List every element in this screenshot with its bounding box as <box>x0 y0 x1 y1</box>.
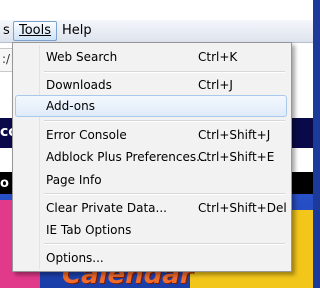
menu-item-ie-tab-options[interactable]: IE Tab Options <box>15 219 287 241</box>
menu-item-add-ons[interactable]: Add-ons <box>15 95 287 117</box>
menu-item-label: Options... <box>46 251 104 265</box>
menu-item-shortcut: Ctrl+K <box>198 50 238 64</box>
menu-item-label: Add-ons <box>46 99 95 113</box>
page-black-band-text: o <box>0 176 9 191</box>
menu-item-error-console[interactable]: Error Console Ctrl+Shift+J <box>15 124 287 146</box>
menu-separator <box>44 120 285 122</box>
menubar-item-help[interactable]: Help <box>57 22 97 40</box>
menubar-item-tools[interactable]: Tools <box>13 21 58 41</box>
menu-bar: s Tools Help <box>0 20 313 43</box>
menu-separator <box>44 243 285 245</box>
menu-item-clear-private-data[interactable]: Clear Private Data... Ctrl+Shift+Del <box>15 197 287 219</box>
menu-item-label: Downloads <box>46 78 112 92</box>
menu-item-label: Error Console <box>46 128 127 142</box>
menu-separator <box>44 193 285 195</box>
menu-item-label: Web Search <box>46 50 118 64</box>
tools-label: Tools <box>19 23 52 38</box>
tools-menu: Web Search Ctrl+K Downloads Ctrl+J Add-o… <box>12 42 292 272</box>
menu-item-shortcut: Ctrl+J <box>198 78 233 92</box>
address-bar-text: :/ <box>2 52 11 66</box>
menu-item-web-search[interactable]: Web Search Ctrl+K <box>15 46 287 68</box>
menu-item-shortcut: Ctrl+Shift+J <box>198 128 271 142</box>
menu-item-options[interactable]: Options... <box>15 247 287 269</box>
menu-item-adblock-plus-preferences[interactable]: Adblock Plus Preferences... Ctrl+Shift+E <box>15 146 287 168</box>
help-label: Help <box>62 23 92 38</box>
menu-item-page-info[interactable]: Page Info <box>15 169 287 191</box>
menu-item-shortcut: Ctrl+Shift+E <box>198 150 275 164</box>
menu-separator <box>44 71 285 73</box>
menu-item-label: Clear Private Data... <box>46 201 167 215</box>
menu-item-downloads[interactable]: Downloads Ctrl+J <box>15 74 287 96</box>
menu-item-label: Page Info <box>46 173 102 187</box>
menu-item-shortcut: Ctrl+Shift+Del <box>198 201 287 215</box>
menu-item-label: Adblock Plus Preferences... <box>46 150 208 164</box>
menu-item-label: IE Tab Options <box>46 223 132 237</box>
